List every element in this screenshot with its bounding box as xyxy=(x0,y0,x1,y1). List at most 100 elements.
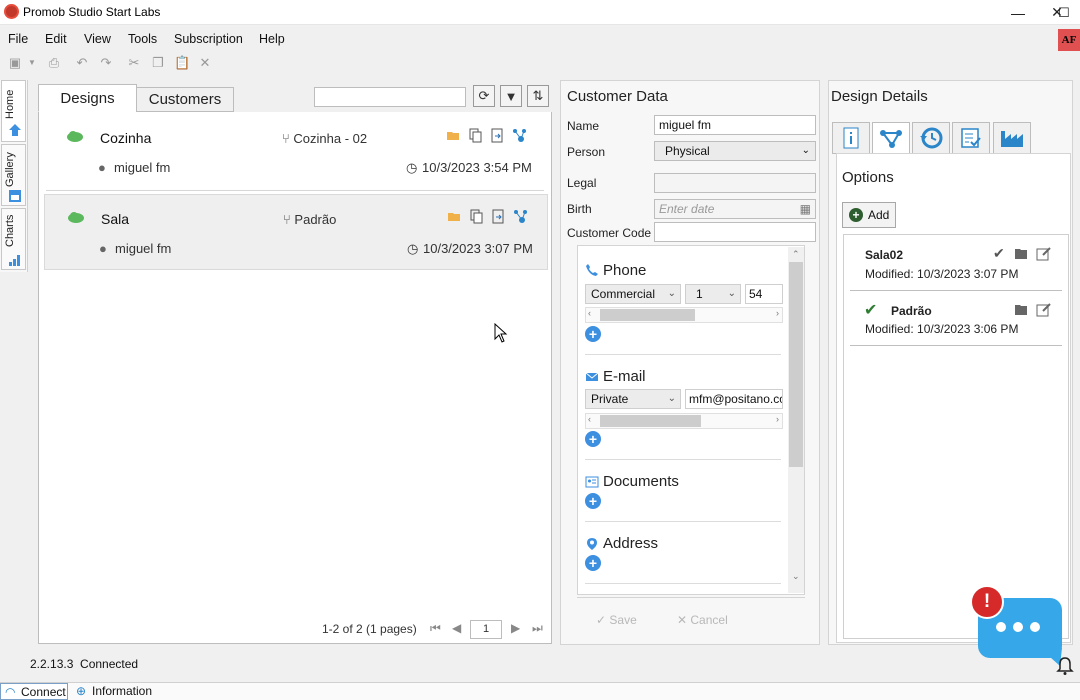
folder-open-icon[interactable] xyxy=(1014,247,1030,261)
add-address-button[interactable]: + xyxy=(585,555,601,571)
tab-customers[interactable]: Customers xyxy=(136,87,234,112)
next-page-button[interactable]: ▶ xyxy=(511,621,520,635)
connect-tab[interactable]: ◠ Connect xyxy=(0,683,68,700)
email-hscroll[interactable]: ‹ › xyxy=(585,413,783,429)
chevron-down-icon: ⌄ xyxy=(727,288,736,299)
add-document-button[interactable]: + xyxy=(585,493,601,509)
folder-open-icon[interactable] xyxy=(447,209,462,224)
page-number-input[interactable]: 1 xyxy=(470,620,502,639)
tab-options[interactable] xyxy=(872,122,910,155)
phone-number-field[interactable]: 54 999 xyxy=(745,284,783,304)
design-variant: ⑂ Cozinha - 02 xyxy=(282,131,368,146)
duplicate-icon[interactable] xyxy=(469,209,484,224)
phone-hscroll[interactable]: ‹ › xyxy=(585,307,783,323)
cut-icon[interactable]: ✂ xyxy=(126,55,142,71)
prev-page-button[interactable]: ◀ xyxy=(452,621,461,635)
name-field[interactable]: miguel fm xyxy=(654,115,816,135)
information-tab[interactable]: ⊕ Information xyxy=(72,683,160,700)
folder-open-icon[interactable] xyxy=(446,128,461,143)
legal-field[interactable] xyxy=(654,173,816,193)
tab-info[interactable] xyxy=(832,122,870,154)
last-page-button[interactable]: ⏭ xyxy=(532,621,543,636)
chat-alert-badge: ! xyxy=(970,585,1004,619)
mouse-cursor-icon xyxy=(494,323,508,343)
menu-file[interactable]: File xyxy=(8,32,28,46)
branch-add-icon[interactable] xyxy=(512,128,527,143)
edit-icon[interactable] xyxy=(1036,302,1052,317)
add-option-button[interactable]: + Add xyxy=(842,202,896,228)
pager-summary: 1-2 of 2 (1 pages) xyxy=(322,622,417,636)
active-check-icon: ✔ xyxy=(864,302,878,319)
branch-icon: ⑂ xyxy=(282,131,294,146)
delete-icon[interactable]: ✕ xyxy=(197,55,213,71)
customer-code-field[interactable] xyxy=(654,222,816,242)
design-actions xyxy=(446,128,546,146)
phone-code-select[interactable]: 1 ⌄ xyxy=(685,284,741,304)
chat-dot xyxy=(1030,622,1040,632)
export-icon[interactable] xyxy=(491,209,506,224)
design-name: Sala xyxy=(101,211,130,227)
scroll-up-icon[interactable]: ⌃ xyxy=(792,249,800,260)
refresh-button[interactable]: ⟳ xyxy=(473,85,495,107)
vtab-charts[interactable]: Charts xyxy=(1,208,26,270)
cloud-icon xyxy=(67,131,83,142)
redo-icon[interactable]: ↷ xyxy=(98,55,114,71)
design-name: Cozinha xyxy=(100,130,152,146)
menu-tools[interactable]: Tools xyxy=(128,32,157,46)
save-disk-icon[interactable]: ▣ xyxy=(7,55,23,71)
tab-history[interactable] xyxy=(912,122,950,154)
design-row-sala[interactable]: Sala ⑂ Padrão ● miguel fm ◷ 10/3/2023 3:07… xyxy=(44,194,548,270)
option-divider xyxy=(850,345,1062,346)
calendar-icon[interactable]: ▦ xyxy=(800,200,811,218)
first-page-button[interactable]: ⏮ xyxy=(430,621,441,636)
notification-bell-icon[interactable] xyxy=(1056,656,1074,676)
toolbar: ▣ ▼ ⎙ ↶ ↷ ✂ ❐ 📋 ✕ xyxy=(0,52,230,74)
print-icon[interactable]: ⎙ xyxy=(46,55,62,71)
folder-open-icon[interactable] xyxy=(1014,303,1030,317)
filter-icon: ▼ xyxy=(504,88,518,104)
menu-help[interactable]: Help xyxy=(259,32,285,46)
contacts-vscroll-thumb[interactable] xyxy=(789,262,803,467)
phone-type-select[interactable]: Commercial ⌄ xyxy=(585,284,681,304)
copy-icon[interactable]: ❐ xyxy=(150,55,166,71)
menu-subscription[interactable]: Subscription xyxy=(174,32,243,46)
edit-icon[interactable] xyxy=(1036,246,1052,261)
info-icon xyxy=(843,127,859,149)
branch-add-icon[interactable] xyxy=(513,209,528,224)
save-button[interactable]: ✓ Save xyxy=(596,613,637,627)
vtab-home[interactable]: Home xyxy=(1,80,26,142)
phone-title: Phone xyxy=(603,262,647,279)
footer-divider xyxy=(577,597,805,598)
add-phone-button[interactable]: + xyxy=(585,326,601,342)
paste-icon[interactable]: 📋 xyxy=(174,55,190,71)
menu-view[interactable]: View xyxy=(84,32,111,46)
af-badge[interactable]: AF xyxy=(1058,29,1080,51)
email-address-field[interactable]: mfm@positano.co xyxy=(685,389,783,409)
design-row-cozinha[interactable]: Cozinha ⑂ Cozinha - 02 ● miguel fm ◷ 10/3/… xyxy=(44,114,548,190)
menu-edit[interactable]: Edit xyxy=(45,32,67,46)
person-select[interactable]: Physical ⌄ xyxy=(654,141,816,161)
search-input[interactable] xyxy=(314,87,466,107)
chevron-down-icon: ⌄ xyxy=(667,288,676,299)
birth-field[interactable]: Enter date ▦ xyxy=(654,199,816,219)
activate-check-icon[interactable]: ✔ xyxy=(993,245,1005,262)
close-button[interactable]: ✕ xyxy=(1034,0,1080,25)
save-dropdown-icon[interactable]: ▼ xyxy=(24,55,40,71)
sort-button[interactable]: ⇅ xyxy=(527,85,549,107)
refresh-icon: ⟳ xyxy=(478,88,490,103)
tab-designs[interactable]: Designs xyxy=(38,84,137,112)
option-item-padrao[interactable] xyxy=(850,295,1062,345)
export-icon[interactable] xyxy=(490,128,505,143)
filter-button[interactable]: ▼ xyxy=(500,85,522,107)
tab-checklist[interactable] xyxy=(952,122,990,154)
email-type-select[interactable]: Private ⌄ xyxy=(585,389,681,409)
duplicate-icon[interactable] xyxy=(468,128,483,143)
undo-icon[interactable]: ↶ xyxy=(74,55,90,71)
cancel-button[interactable]: ✕ Cancel xyxy=(677,613,728,627)
location-pin-icon xyxy=(587,538,597,550)
scroll-down-icon[interactable]: ⌄ xyxy=(792,571,800,582)
add-email-button[interactable]: + xyxy=(585,431,601,447)
vtab-gallery[interactable]: Gallery xyxy=(1,144,26,206)
wifi-icon: ◠ xyxy=(5,685,16,699)
tab-production[interactable] xyxy=(993,122,1031,154)
